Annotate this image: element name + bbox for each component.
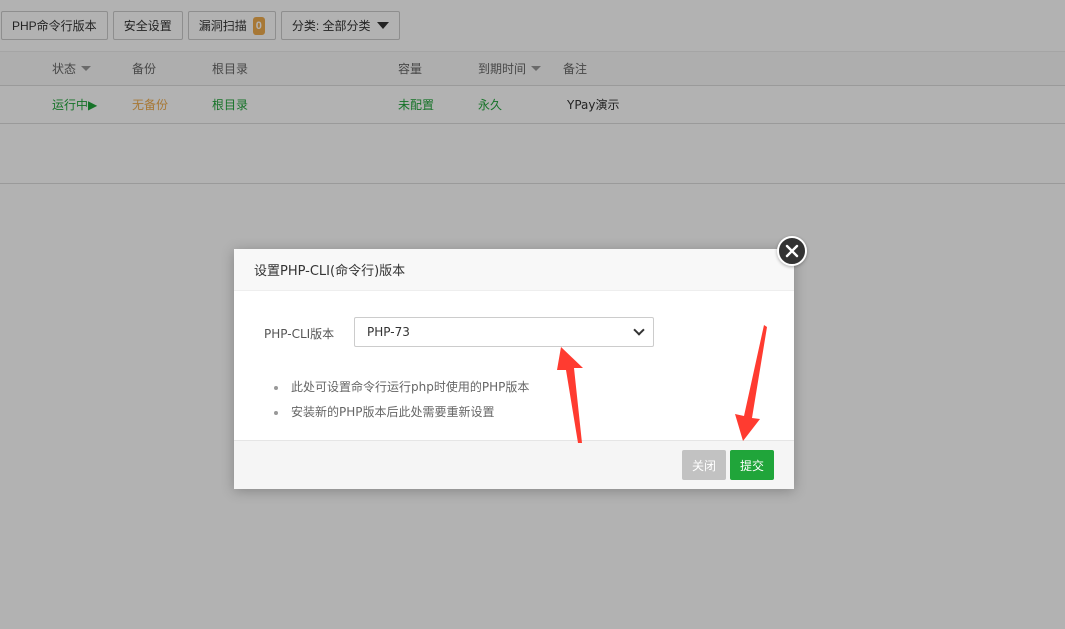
php-version-select[interactable]: PHP-73 bbox=[354, 317, 654, 347]
chevron-down-icon bbox=[633, 324, 645, 336]
modal-body: PHP-CLI版本 PHP-73 此处可设置命令行运行php时使用的PHP版本 … bbox=[234, 291, 794, 440]
close-icon bbox=[785, 244, 799, 258]
php-version-selected-value: PHP-73 bbox=[367, 325, 410, 339]
close-button[interactable]: 关闭 bbox=[681, 450, 726, 480]
php-cli-version-field-label: PHP-CLI版本 bbox=[264, 327, 335, 341]
modal-title: 设置PHP-CLI(命令行)版本 bbox=[234, 249, 794, 291]
php-cli-modal: 设置PHP-CLI(命令行)版本 PHP-CLI版本 PHP-73 此处可设置命… bbox=[234, 249, 794, 489]
tip-item: 安装新的PHP版本后此处需要重新设置 bbox=[274, 400, 529, 425]
tip-item: 此处可设置命令行运行php时使用的PHP版本 bbox=[274, 375, 529, 400]
modal-close-icon[interactable] bbox=[777, 236, 807, 266]
modal-footer: 关闭 提交 bbox=[234, 440, 794, 489]
submit-button[interactable]: 提交 bbox=[729, 450, 774, 480]
tips-list: 此处可设置命令行运行php时使用的PHP版本 安装新的PHP版本后此处需要重新设… bbox=[274, 375, 529, 425]
